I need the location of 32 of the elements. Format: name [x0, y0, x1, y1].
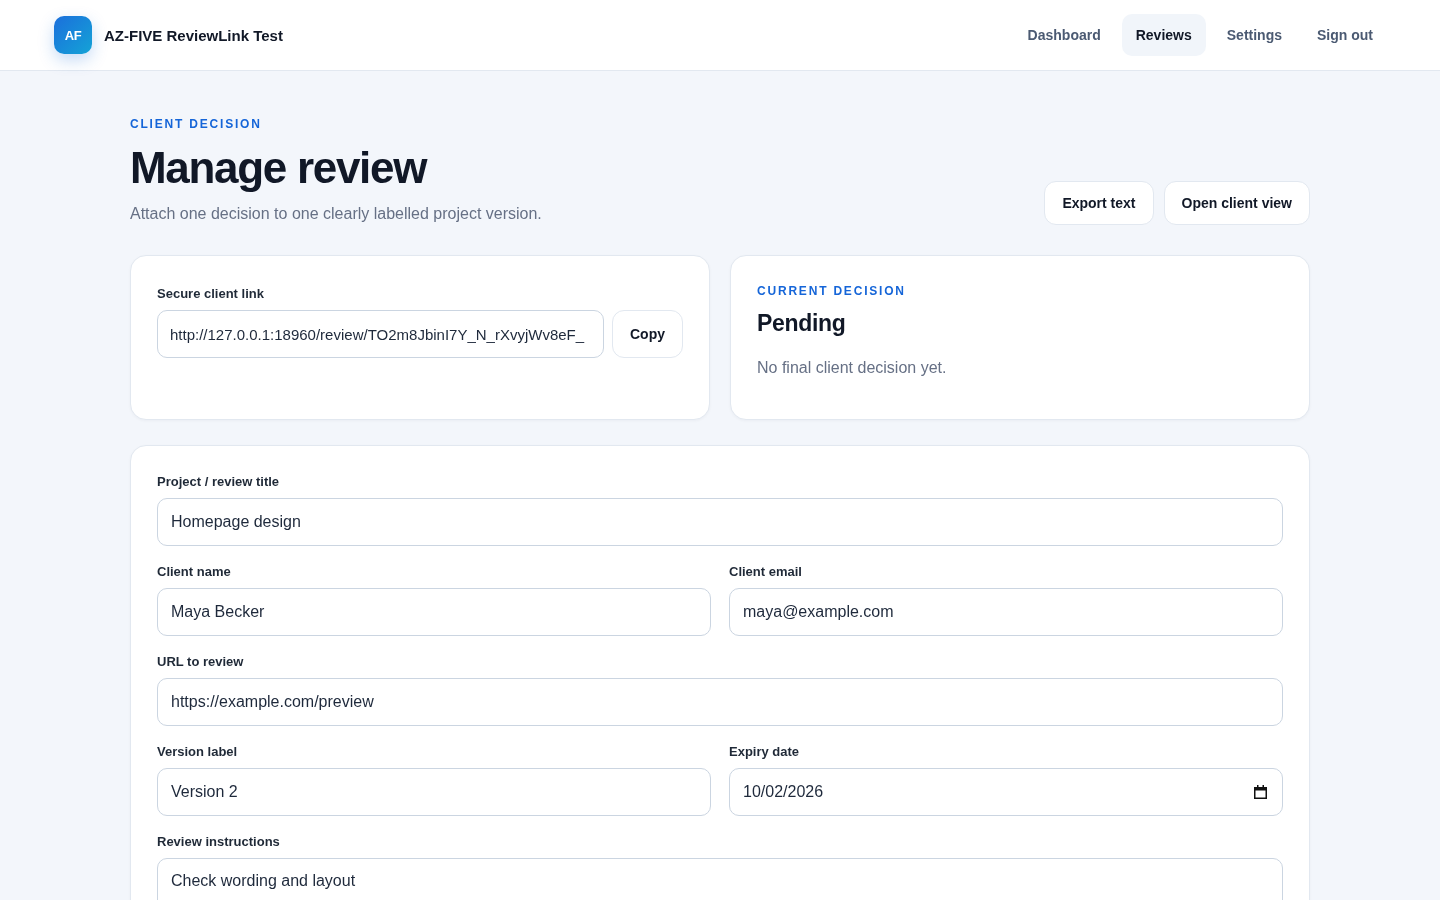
- input-field[interactable]: https://example.com/preview: [157, 678, 1283, 726]
- input-field[interactable]: maya@example.com: [729, 588, 1283, 636]
- page-title: Manage review: [130, 143, 428, 193]
- decision-note: No final client decision yet.: [757, 358, 948, 378]
- field-label: URL to review: [157, 654, 245, 670]
- input-field[interactable]: Homepage design: [157, 498, 1283, 546]
- date-field[interactable]: 10/02/2026: [729, 768, 1283, 816]
- decision-status: Pending: [757, 309, 847, 338]
- input-field[interactable]: Maya Becker: [157, 588, 711, 636]
- page-subtitle: Attach one decision to one clearly labelled project version.: [130, 204, 542, 224]
- action-button[interactable]: Open client view: [1163, 181, 1310, 225]
- link-field[interactable]: http://127.0.0.1:18960/review/TO2m8JbinI7Y_N_rXvyjWv8eF_: [157, 310, 604, 358]
- app-title: AZ-FIVE ReviewLink Test: [104, 26, 283, 44]
- nav-link[interactable]: Reviews: [1121, 14, 1206, 56]
- field-label: Secure client link: [157, 286, 265, 302]
- field-label: Expiry date: [729, 744, 801, 760]
- field-label: Review instructions: [157, 834, 281, 850]
- input-field[interactable]: Version 2: [157, 768, 711, 816]
- nav-link[interactable]: Sign out: [1303, 14, 1387, 56]
- field-label: Version label: [157, 744, 239, 760]
- field-label: Project / review title: [157, 474, 281, 490]
- copy-button[interactable]: Copy: [612, 310, 683, 358]
- section-eyebrow: CLIENT DECISION: [130, 117, 263, 131]
- field-label: Client email: [729, 564, 803, 580]
- card-eyebrow: CURRENT DECISION: [757, 284, 907, 298]
- textarea-field[interactable]: Check wording and layout: [157, 858, 1283, 900]
- calendar-icon[interactable]: [1254, 785, 1267, 799]
- field-label: Client name: [157, 564, 232, 580]
- nav-link[interactable]: Dashboard: [1013, 14, 1115, 56]
- nav-link[interactable]: Settings: [1212, 14, 1296, 56]
- action-button[interactable]: Export text: [1044, 181, 1154, 225]
- logo-tile: AF: [54, 16, 92, 54]
